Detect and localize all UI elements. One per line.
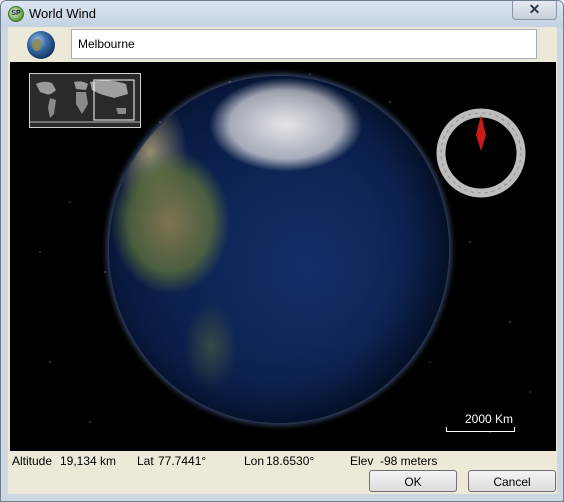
globe-icon — [27, 31, 55, 59]
dialog-content: 2000 Km Altitude 19,134 km Lat 77.7441° … — [8, 27, 557, 494]
elevation-value: -98 meters — [380, 454, 438, 468]
world-wind-app-icon: SP — [8, 6, 24, 22]
search-input[interactable] — [71, 29, 537, 59]
search-bar — [8, 27, 557, 61]
altitude-label: Altitude — [12, 454, 53, 468]
world-wind-dialog: SP World Wind ✕ Melbourne 2000 Km Altitu… — [0, 0, 564, 502]
latitude-label: Lat — [137, 454, 154, 468]
scale-label: 2000 Km — [465, 412, 514, 426]
compass-ring — [436, 108, 526, 198]
scale-bar — [446, 427, 515, 432]
longitude-label: Lon — [244, 454, 265, 468]
longitude-value: 18.6530° — [266, 454, 315, 468]
globe-land-shape — [32, 39, 42, 51]
world-minimap[interactable] — [29, 73, 141, 128]
latitude-value: 77.7441° — [158, 454, 207, 468]
cancel-button[interactable]: Cancel — [468, 470, 556, 492]
globe-viewport[interactable]: 2000 Km — [10, 62, 556, 451]
window-title: World Wind — [29, 6, 96, 21]
title-bar[interactable]: SP World Wind ✕ — [1, 1, 563, 27]
close-icon: ✕ — [528, 1, 541, 17]
minimap-map-icon — [30, 74, 140, 127]
status-bar: Altitude 19,134 km Lat 77.7441° Lon 18.6… — [10, 452, 556, 469]
elevation-label: Elev — [350, 454, 374, 468]
close-button[interactable]: ✕ — [512, 1, 557, 20]
ok-button[interactable]: OK — [369, 470, 457, 492]
earth-globe[interactable] — [109, 76, 449, 423]
compass-icon[interactable] — [435, 107, 527, 199]
altitude-value: 19,134 km — [60, 454, 117, 468]
